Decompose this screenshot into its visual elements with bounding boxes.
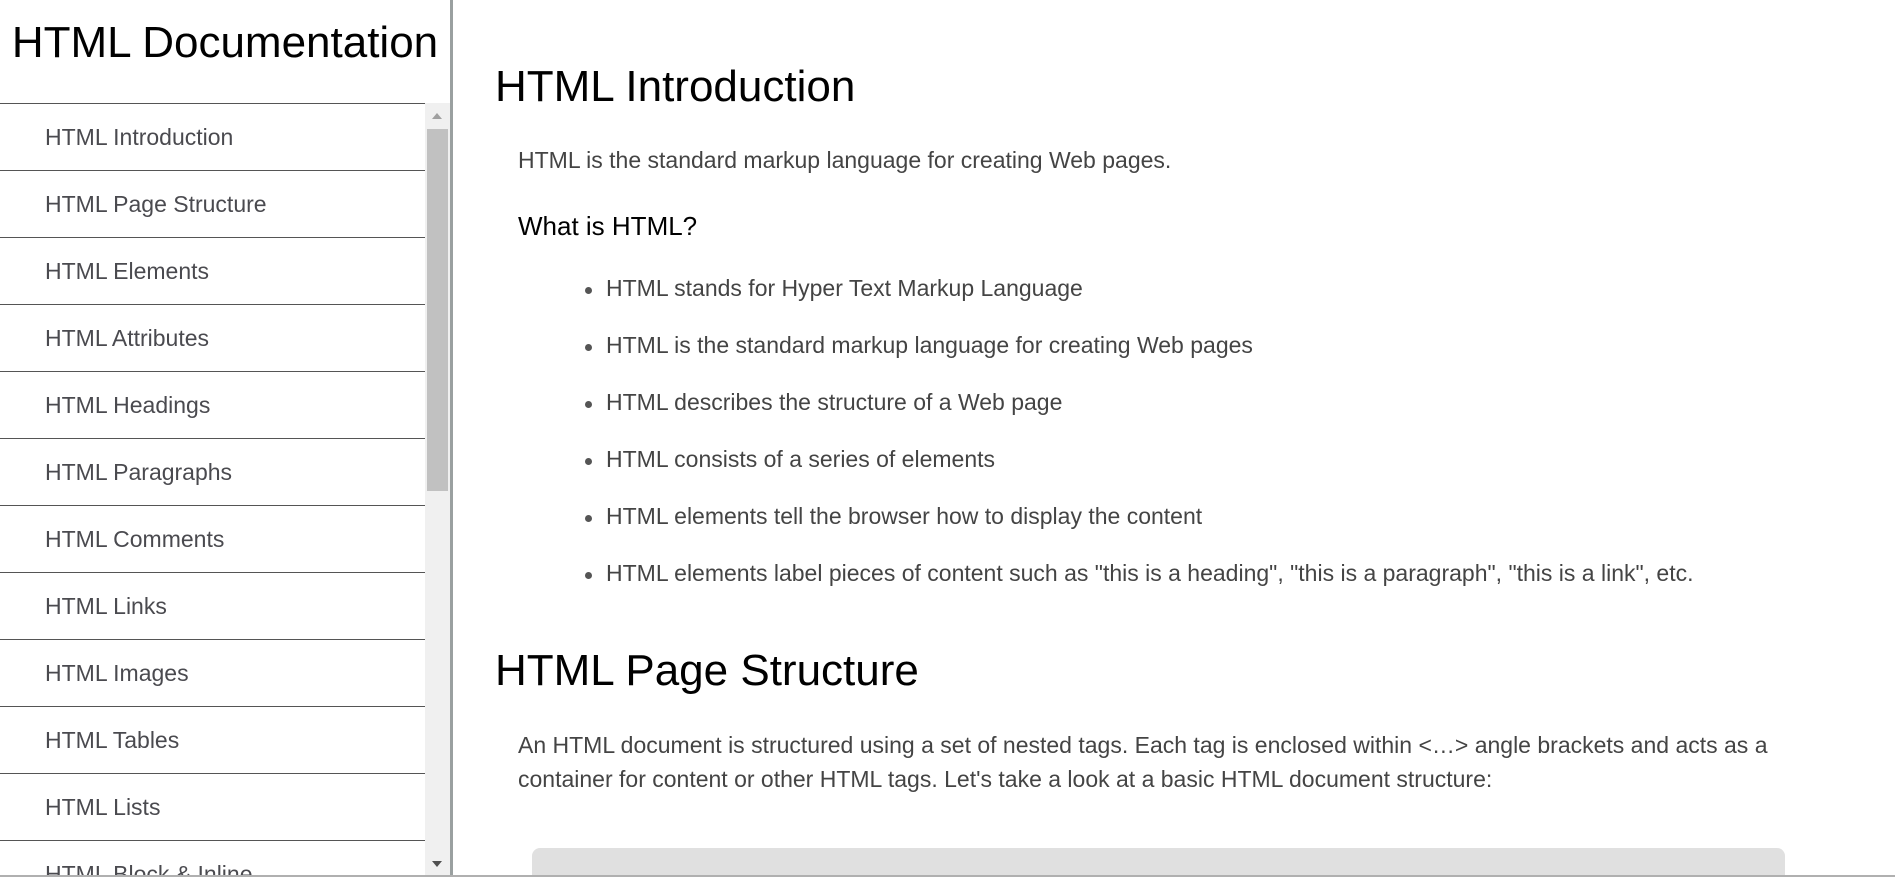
scrollbar-thumb[interactable] bbox=[427, 129, 448, 491]
list-item: HTML stands for Hyper Text Markup Langua… bbox=[585, 275, 1694, 332]
section-title-page-structure: HTML Page Structure bbox=[495, 646, 919, 695]
nav-item-page-structure[interactable]: HTML Page Structure bbox=[0, 171, 425, 238]
nav-item-headings[interactable]: HTML Headings bbox=[0, 372, 425, 439]
list-item: HTML elements label pieces of content su… bbox=[585, 560, 1694, 617]
scroll-down-arrow-icon[interactable] bbox=[432, 861, 442, 867]
nav-item-links[interactable]: HTML Links bbox=[0, 573, 425, 640]
nav-item-lists[interactable]: HTML Lists bbox=[0, 774, 425, 841]
nav-item-paragraphs[interactable]: HTML Paragraphs bbox=[0, 439, 425, 506]
section-title-introduction: HTML Introduction bbox=[495, 62, 856, 111]
structure-paragraph: An HTML document is structured using a s… bbox=[518, 732, 1768, 792]
intro-paragraph: HTML is the standard markup language for… bbox=[518, 147, 1172, 173]
list-item: HTML consists of a series of elements bbox=[585, 446, 1694, 503]
sidebar-nav: HTML Introduction HTML Page Structure HT… bbox=[0, 103, 425, 877]
nav-item-block-inline[interactable]: HTML Block & Inline bbox=[0, 841, 425, 877]
nav-item-attributes[interactable]: HTML Attributes bbox=[0, 305, 425, 372]
list-item: HTML describes the structure of a Web pa… bbox=[585, 389, 1694, 446]
sidebar-title: HTML Documentation bbox=[11, 18, 439, 67]
nav-item-images[interactable]: HTML Images bbox=[0, 640, 425, 707]
code-block bbox=[532, 848, 1785, 877]
sidebar-scrollbar[interactable] bbox=[425, 103, 450, 877]
intro-bullet-list: HTML stands for Hyper Text Markup Langua… bbox=[585, 275, 1694, 617]
list-item: HTML elements tell the browser how to di… bbox=[585, 503, 1694, 560]
list-item: HTML is the standard markup language for… bbox=[585, 332, 1694, 389]
subheading-what-is-html: What is HTML? bbox=[518, 211, 698, 241]
nav-item-tables[interactable]: HTML Tables bbox=[0, 707, 425, 774]
nav-item-elements[interactable]: HTML Elements bbox=[0, 238, 425, 305]
main-content: HTML Introduction HTML is the standard m… bbox=[453, 0, 1895, 877]
nav-item-comments[interactable]: HTML Comments bbox=[0, 506, 425, 573]
nav-item-introduction[interactable]: HTML Introduction bbox=[0, 104, 425, 171]
scroll-up-arrow-icon[interactable] bbox=[432, 113, 442, 119]
sidebar: HTML Documentation HTML Introduction HTM… bbox=[0, 0, 453, 877]
